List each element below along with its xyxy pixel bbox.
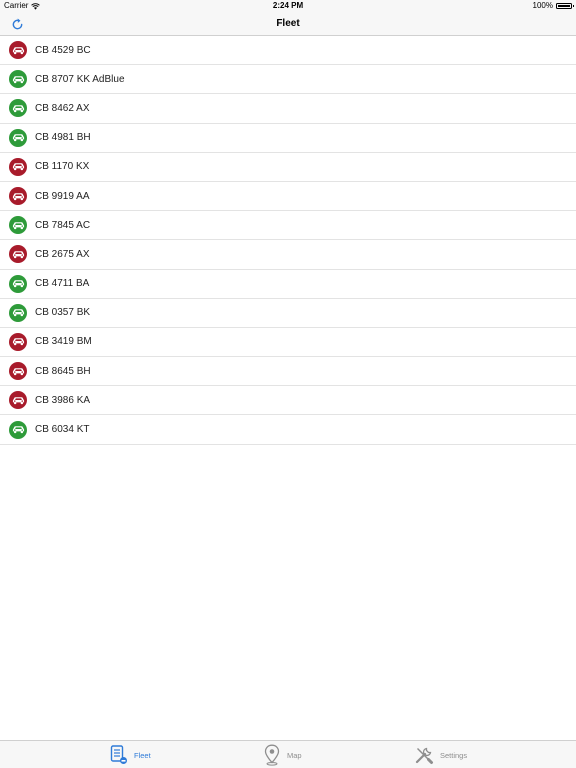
status-online-badge <box>9 274 27 293</box>
status-online-badge <box>9 216 27 235</box>
car-icon <box>12 426 24 434</box>
car-icon <box>12 192 24 200</box>
car-icon <box>12 338 24 346</box>
car-icon <box>12 221 24 229</box>
vehicle-row[interactable]: CB 4711 BA <box>0 270 576 299</box>
tab-bar: Fleet Map Settings <box>0 740 576 768</box>
car-icon <box>12 309 24 317</box>
car-icon <box>12 105 24 113</box>
vehicle-plate: CB 8462 AX <box>35 102 90 114</box>
car-icon <box>12 76 24 83</box>
vehicle-plate: CB 6034 KT <box>35 424 90 436</box>
vehicle-list: CB 4529 BC CB 8707 KK AdBlue CB 8462 AX CB … <box>0 36 576 445</box>
tools-icon <box>415 747 433 764</box>
battery-fill <box>558 5 570 7</box>
tab-fleet[interactable]: Fleet <box>110 741 151 768</box>
vehicle-row[interactable]: CB 1170 KX <box>0 153 576 182</box>
car-icon <box>12 163 24 171</box>
tab-map[interactable]: Map <box>263 741 302 768</box>
status-offline-badge <box>9 187 27 206</box>
vehicle-row[interactable]: CB 4529 BC <box>0 36 576 66</box>
list-document-icon <box>110 745 127 764</box>
car-icon <box>12 280 24 288</box>
vehicle-plate: CB 4981 BH <box>35 132 91 144</box>
battery-percent: 100% <box>532 1 553 10</box>
vehicle-row[interactable]: CB 2675 AX <box>0 240 576 270</box>
status-online-badge <box>9 99 27 118</box>
vehicle-row[interactable]: CB 8707 KK AdBlue <box>0 65 576 95</box>
vehicle-plate: CB 7845 AC <box>35 219 91 231</box>
battery-icon <box>556 3 574 9</box>
vehicle-row[interactable]: CB 3986 KA <box>0 386 576 416</box>
status-online-badge <box>9 70 27 89</box>
status-online-badge <box>9 420 27 439</box>
vehicle-plate: CB 4529 BC <box>35 44 91 56</box>
status-offline-badge <box>9 362 27 381</box>
tab-fleet-label: Fleet <box>134 750 151 760</box>
vehicle-row[interactable]: CB 4981 BH <box>0 124 576 153</box>
vehicle-row[interactable]: CB 6034 KT <box>0 415 576 445</box>
vehicle-plate: CB 1170 KX <box>35 161 90 173</box>
vehicle-plate: CB 8645 BH <box>35 365 91 377</box>
vehicle-row[interactable]: CB 3419 BM <box>0 328 576 358</box>
status-time: 2:24 PM <box>272 1 304 10</box>
car-icon <box>12 397 24 404</box>
car-icon <box>12 134 24 142</box>
car-icon <box>12 367 24 375</box>
status-offline-badge <box>9 391 27 410</box>
tab-map-label: Map <box>287 750 302 760</box>
map-pin-icon <box>264 744 280 766</box>
fleet-screen: Carrier 2:24 PM 100% Fleet CB 4529 BC CB … <box>0 0 576 768</box>
vehicle-row[interactable]: CB 7845 AC <box>0 211 576 241</box>
vehicle-plate: CB 9919 AA <box>35 190 90 202</box>
tab-settings[interactable]: Settings <box>414 741 467 768</box>
vehicle-plate: CB 3419 BM <box>35 336 92 348</box>
status-offline-badge <box>9 157 27 176</box>
status-bar: Carrier 2:24 PM 100% <box>0 0 576 12</box>
vehicle-plate: CB 2675 AX <box>35 248 90 260</box>
car-icon <box>12 251 24 259</box>
vehicle-plate: CB 4711 BA <box>35 278 90 290</box>
vehicle-row[interactable]: CB 0357 BK <box>0 299 576 328</box>
vehicle-row[interactable]: CB 9919 AA <box>0 182 576 212</box>
vehicle-plate: CB 0357 BK <box>35 307 91 319</box>
navigation-bar: Fleet <box>0 12 576 36</box>
tab-settings-label: Settings <box>440 750 468 760</box>
car-icon <box>12 46 24 54</box>
vehicle-row[interactable]: CB 8462 AX <box>0 94 576 124</box>
vehicle-plate: CB 3986 KA <box>35 394 91 406</box>
vehicle-row[interactable]: CB 8645 BH <box>0 357 576 387</box>
status-online-badge <box>9 303 27 322</box>
status-offline-badge <box>9 332 27 351</box>
status-offline-badge <box>9 41 27 60</box>
status-offline-badge <box>9 245 27 264</box>
status-right: 100% <box>532 0 574 12</box>
status-online-badge <box>9 128 27 147</box>
vehicle-plate: CB 8707 KK AdBlue <box>35 73 125 85</box>
page-title: Fleet <box>276 18 300 29</box>
